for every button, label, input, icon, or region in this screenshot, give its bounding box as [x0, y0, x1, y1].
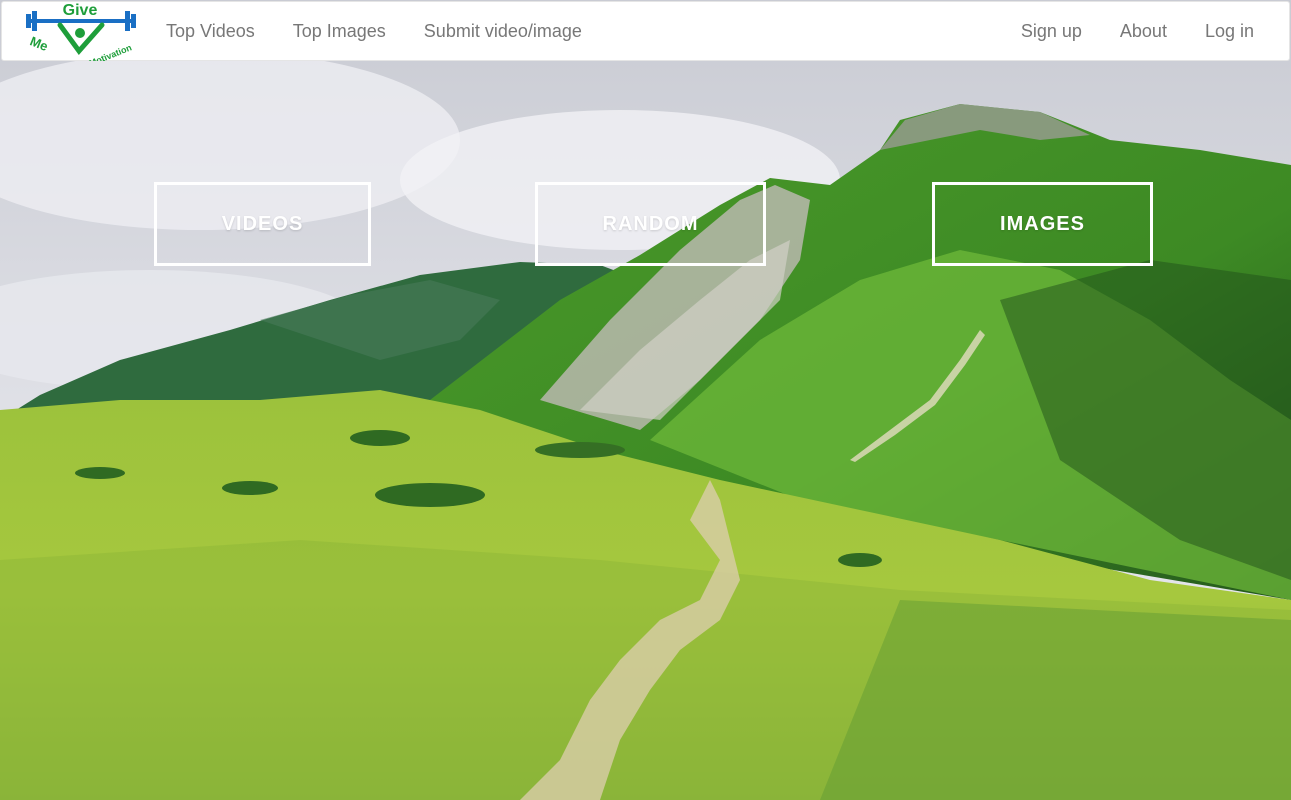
nav-log-in-link[interactable]: Log in — [1186, 1, 1273, 61]
images-button[interactable]: IMAGES — [932, 182, 1153, 266]
top-navbar: Give Me Motivation Top Videos Top Images… — [1, 1, 1290, 61]
brand-logo[interactable]: Give Me Motivation — [22, 1, 156, 61]
nav-left-links: Top Videos Top Images Submit video/image — [160, 1, 601, 61]
logo-icon: Give Me Motivation — [26, 2, 136, 61]
nav-right-links: Sign up About Log in — [1002, 1, 1273, 61]
svg-text:Give: Give — [63, 2, 98, 19]
hero-background-image — [0, 0, 1291, 800]
svg-text:Me: Me — [28, 33, 50, 54]
nav-submit-link[interactable]: Submit video/image — [405, 1, 601, 61]
nav-sign-up-link[interactable]: Sign up — [1002, 1, 1101, 61]
nav-top-videos-link[interactable]: Top Videos — [160, 1, 274, 61]
svg-text:Motivation: Motivation — [88, 42, 133, 61]
nav-about-link[interactable]: About — [1101, 1, 1186, 61]
nav-top-images-link[interactable]: Top Images — [274, 1, 405, 61]
videos-button[interactable]: VIDEOS — [154, 182, 371, 266]
random-button[interactable]: RANDOM — [535, 182, 766, 266]
